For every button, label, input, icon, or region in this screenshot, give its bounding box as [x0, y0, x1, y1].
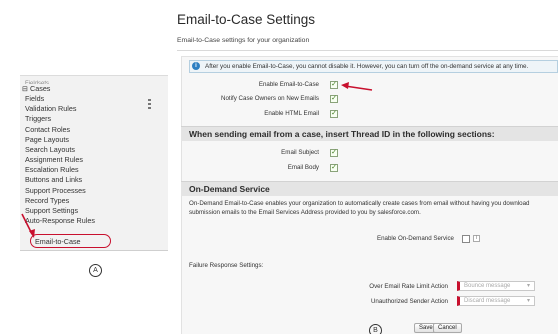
sidebar-item-buttons-and-links[interactable]: Buttons and Links — [25, 176, 82, 184]
scrollbar-tick — [148, 107, 151, 109]
sidebar-item-auto-response-rules[interactable]: Auto-Response Rules — [25, 217, 95, 225]
checkmark-icon: ✓ — [331, 95, 337, 102]
sidebar-group-label: Cases — [30, 84, 51, 93]
sidebar-item-contact-roles[interactable]: Contact Roles — [25, 126, 70, 134]
email-body-checkbox[interactable]: ✓ — [330, 164, 338, 172]
sidebar-group-cases[interactable]: ⊟ Cases — [22, 85, 50, 93]
chevron-down-icon: ▾ — [526, 283, 530, 289]
scrollbar-tick — [148, 99, 151, 101]
sidebar-item-triggers[interactable]: Triggers — [25, 115, 51, 123]
chevron-down-icon: ▾ — [526, 298, 530, 304]
sidebar-item-validation-rules[interactable]: Validation Rules — [25, 105, 76, 113]
sidebar-divider — [20, 250, 168, 251]
enable-html-email-label: Enable HTML Email — [264, 110, 319, 117]
on-demand-description-line1: On-Demand Email-to-Case enables your org… — [189, 200, 530, 207]
enable-email-to-case-checkbox[interactable]: ✓ — [330, 81, 338, 89]
annotation-marker-b: B — [369, 324, 382, 334]
sidebar-item-support-settings[interactable]: Support Settings — [25, 207, 78, 215]
info-icon: i — [192, 62, 200, 70]
scrollbar-tick — [148, 103, 151, 105]
annotation-marker-a: A — [89, 264, 102, 277]
enable-email-to-case-label: Enable Email-to-Case — [258, 81, 319, 88]
enable-on-demand-label: Enable On-Demand Service — [376, 235, 454, 242]
on-demand-section-title: On-Demand Service — [189, 184, 270, 194]
unauthorized-sender-select[interactable]: Discard message ▾ — [457, 296, 535, 306]
notify-case-owners-label: Notify Case Owners on New Emails — [221, 95, 319, 102]
sidebar-item-support-processes[interactable]: Support Processes — [25, 187, 86, 195]
enable-on-demand-checkbox[interactable] — [462, 235, 470, 243]
checkmark-icon: ✓ — [331, 149, 337, 156]
select-value: Discard message — [464, 298, 511, 304]
checkmark-icon: ✓ — [331, 164, 337, 171]
collapse-icon[interactable]: ⊟ — [22, 84, 28, 93]
header-divider — [177, 50, 558, 51]
page-description: Email-to-Case settings for your organiza… — [177, 37, 310, 44]
sidebar-item-page-layouts[interactable]: Page Layouts — [25, 136, 69, 144]
sidebar-item-escalation-rules[interactable]: Escalation Rules — [25, 166, 79, 174]
cancel-button[interactable]: Cancel — [433, 323, 462, 333]
over-email-rate-limit-select[interactable]: Bounce message ▾ — [457, 281, 535, 291]
help-icon[interactable]: i — [473, 235, 480, 242]
sidebar-item-search-layouts[interactable]: Search Layouts — [25, 146, 75, 154]
page-title: Email-to-Case Settings — [177, 12, 316, 27]
sidebar-item-fields[interactable]: Fields — [25, 95, 44, 103]
notify-case-owners-checkbox[interactable]: ✓ — [330, 95, 338, 103]
thread-id-section-title: When sending email from a case, insert T… — [189, 129, 495, 139]
email-body-label: Email Body — [287, 164, 319, 171]
unauthorized-sender-label: Unauthorized Sender Action — [370, 298, 448, 305]
info-banner-text: After you enable Email-to-Case, you cann… — [205, 63, 529, 70]
over-email-rate-limit-label: Over Email Rate Limit Action — [369, 283, 448, 290]
selected-item-highlight-ring — [30, 234, 111, 248]
enable-html-email-checkbox[interactable]: ✓ — [330, 110, 338, 118]
failure-response-label: Failure Response Settings: — [189, 262, 264, 269]
on-demand-description-line2: submission emails to the Email Services … — [189, 209, 421, 216]
select-value: Bounce message — [464, 283, 511, 289]
email-subject-checkbox[interactable]: ✓ — [330, 149, 338, 157]
checkmark-icon: ✓ — [331, 110, 337, 117]
checkmark-icon: ✓ — [331, 81, 337, 88]
sidebar-item-assignment-rules[interactable]: Assignment Rules — [25, 156, 83, 164]
sidebar-item-record-types[interactable]: Record Types — [25, 197, 69, 205]
email-subject-label: Email Subject — [281, 149, 319, 156]
